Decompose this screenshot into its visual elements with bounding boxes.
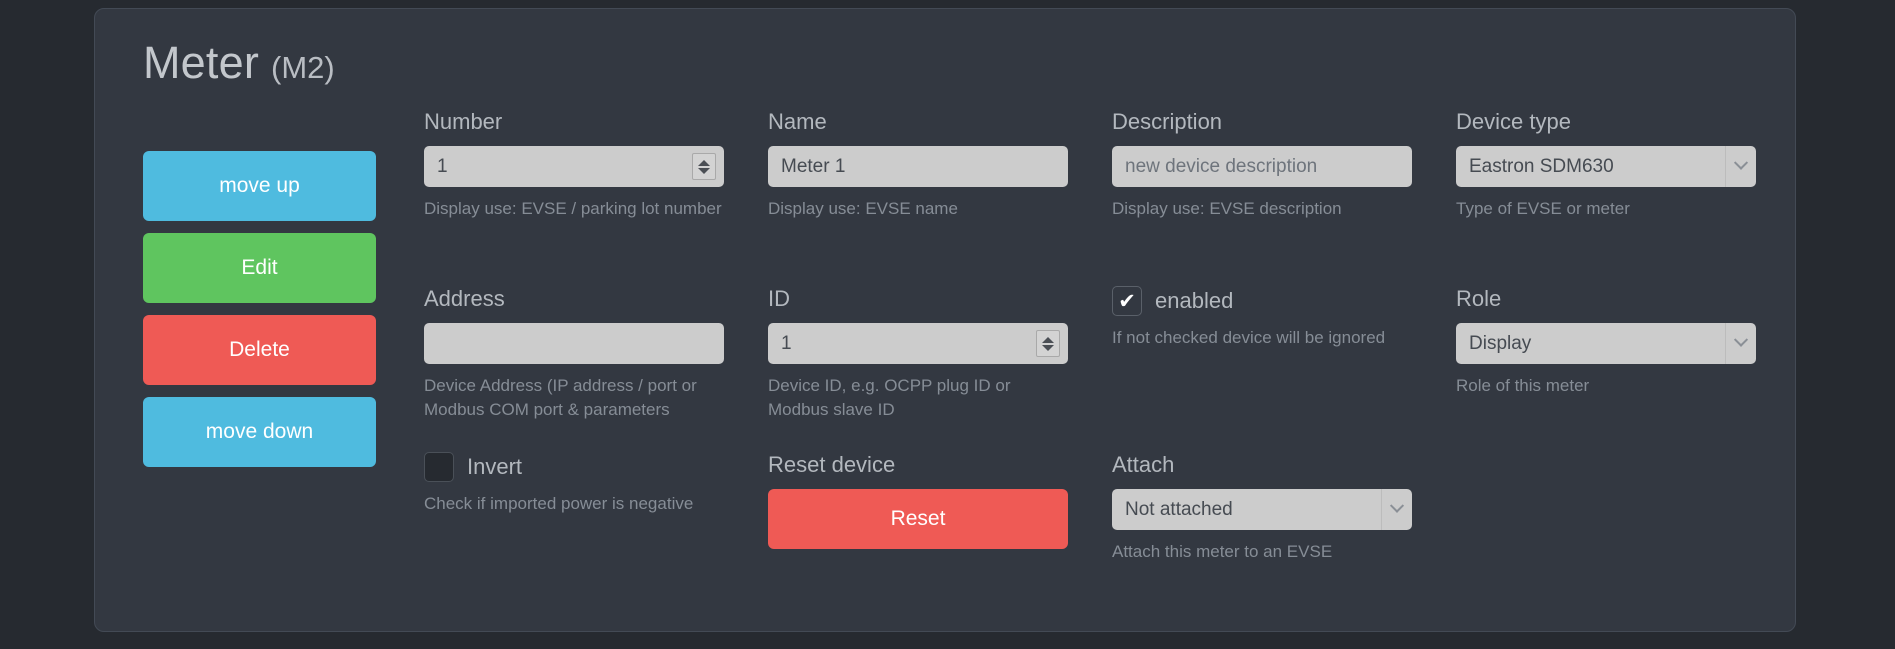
device-type-select[interactable]: Eastron SDM630: [1456, 146, 1756, 187]
role-select-value: Display: [1469, 332, 1532, 354]
field-description: Description Display use: EVSE descriptio…: [1112, 109, 1412, 221]
action-button-column: move up Edit Delete move down: [143, 151, 376, 467]
reset-device-label: Reset device: [768, 452, 896, 477]
device-type-select-value: Eastron SDM630: [1469, 155, 1614, 177]
chevron-down-icon[interactable]: [1725, 323, 1756, 364]
description-label: Description: [1112, 109, 1223, 134]
address-hint: Device Address (IP address / port or Mod…: [424, 376, 697, 419]
role-select[interactable]: Display: [1456, 323, 1756, 364]
meter-settings-panel: Meter (M2) move up Edit Delete move down…: [94, 8, 1796, 632]
field-enabled: ✔ enabled If not checked device will be …: [1112, 286, 1412, 350]
page-root: Meter (M2) move up Edit Delete move down…: [0, 0, 1895, 649]
id-label: ID: [768, 286, 790, 311]
invert-label: Invert: [467, 454, 523, 479]
stepper-down-icon[interactable]: [1042, 344, 1054, 351]
page-title-identifier: (M2): [271, 50, 335, 85]
field-address: Address Device Address (IP address / por…: [424, 286, 724, 422]
chevron-down-icon[interactable]: [1725, 146, 1756, 187]
address-input[interactable]: [424, 323, 724, 364]
stepper-down-icon[interactable]: [698, 167, 710, 174]
description-input-wrap: [1112, 146, 1412, 187]
invert-hint: Check if imported power is negative: [424, 494, 694, 513]
address-label: Address: [424, 286, 505, 311]
device-type-label: Device type: [1456, 109, 1571, 134]
device-type-hint: Type of EVSE or meter: [1456, 199, 1630, 218]
attach-select-value: Not attached: [1125, 498, 1233, 520]
number-label: Number: [424, 109, 503, 134]
name-hint: Display use: EVSE name: [768, 199, 958, 218]
field-id: ID Device ID, e.g. OCPP plug ID or Modbu…: [768, 286, 1068, 422]
number-hint: Display use: EVSE / parking lot number: [424, 199, 722, 218]
role-label: Role: [1456, 286, 1502, 311]
field-role: Role Display Role of this meter: [1456, 286, 1756, 398]
id-stepper[interactable]: [1036, 330, 1060, 357]
chevron-down-icon[interactable]: [1381, 489, 1412, 530]
page-title-main: Meter: [143, 37, 260, 88]
id-hint: Device ID, e.g. OCPP plug ID or Modbus s…: [768, 376, 1011, 419]
checkmark-icon: ✔: [1118, 289, 1136, 313]
enabled-checkbox[interactable]: ✔: [1112, 286, 1142, 316]
attach-hint: Attach this meter to an EVSE: [1112, 542, 1333, 561]
reset-button[interactable]: Reset: [768, 489, 1068, 549]
number-input-wrap: [424, 146, 724, 187]
move-up-button[interactable]: move up: [143, 151, 376, 221]
enabled-checkbox-row[interactable]: ✔ enabled: [1112, 286, 1412, 316]
enabled-hint: If not checked device will be ignored: [1112, 328, 1386, 347]
address-input-wrap: [424, 323, 724, 364]
id-input-wrap: [768, 323, 1068, 364]
page-title: Meter (M2): [143, 37, 335, 89]
field-device-type: Device type Eastron SDM630 Type of EVSE …: [1456, 109, 1756, 221]
name-label: Name: [768, 109, 827, 134]
stepper-up-icon[interactable]: [698, 159, 710, 166]
field-number: Number Display use: EVSE / parking lot n…: [424, 109, 724, 221]
description-input[interactable]: [1112, 146, 1412, 187]
number-input[interactable]: [424, 146, 724, 187]
attach-label: Attach: [1112, 452, 1175, 477]
stepper-up-icon[interactable]: [1042, 336, 1054, 343]
enabled-label: enabled: [1155, 288, 1234, 313]
name-input[interactable]: [768, 146, 1068, 187]
field-invert: Invert Check if imported power is negati…: [424, 452, 724, 516]
field-name: Name Display use: EVSE name: [768, 109, 1068, 221]
name-input-wrap: [768, 146, 1068, 187]
description-hint: Display use: EVSE description: [1112, 199, 1342, 218]
id-input[interactable]: [768, 323, 1068, 364]
delete-button[interactable]: Delete: [143, 315, 376, 385]
move-down-button[interactable]: move down: [143, 397, 376, 467]
field-attach: Attach Not attached Attach this meter to…: [1112, 452, 1412, 564]
attach-select[interactable]: Not attached: [1112, 489, 1412, 530]
role-hint: Role of this meter: [1456, 376, 1590, 395]
number-stepper[interactable]: [692, 153, 716, 180]
field-reset-device: Reset device Reset: [768, 452, 1068, 549]
edit-button[interactable]: Edit: [143, 233, 376, 303]
invert-checkbox[interactable]: [424, 452, 454, 482]
invert-checkbox-row[interactable]: Invert: [424, 452, 724, 482]
